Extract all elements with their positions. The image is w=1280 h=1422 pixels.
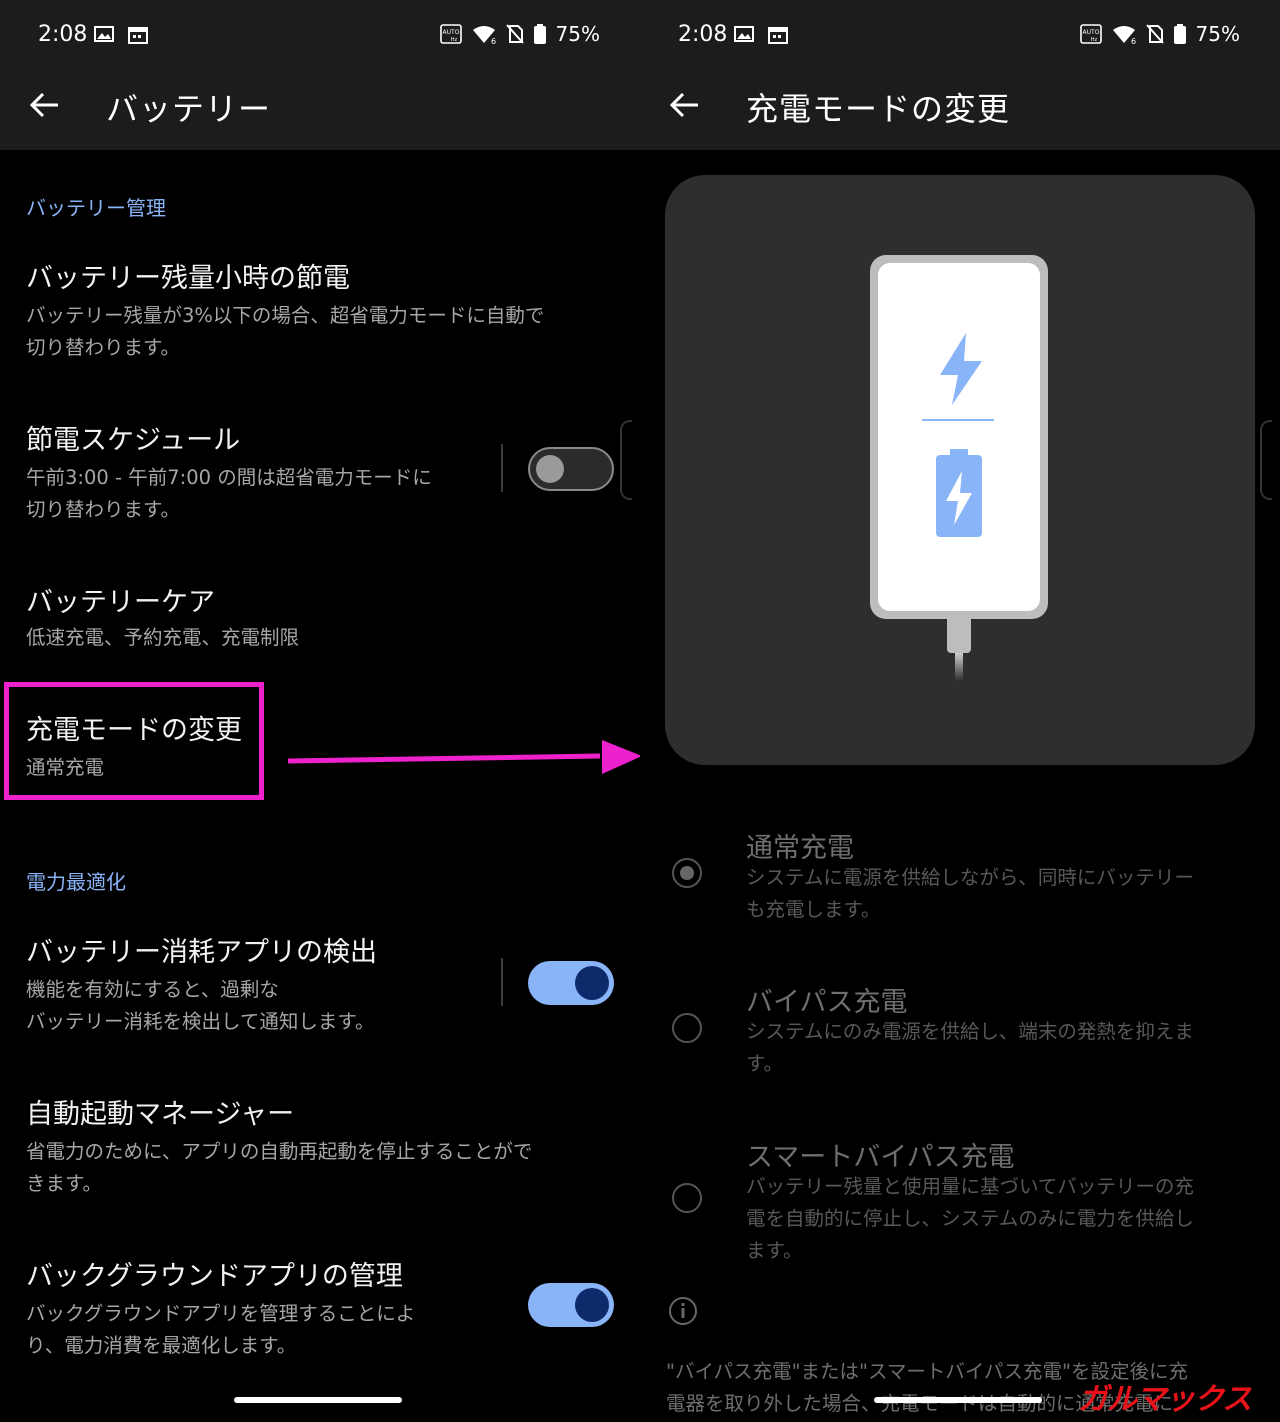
calendar-notification-icon — [128, 27, 148, 44]
page-title: バッテリー — [106, 90, 272, 128]
radio-bypass-charge[interactable] — [672, 1013, 702, 1043]
charger-cable — [955, 653, 963, 681]
divider-line — [922, 419, 994, 421]
battery-care-title[interactable]: バッテリーケア — [26, 580, 215, 619]
svg-text:Hz: Hz — [450, 37, 457, 43]
page-title: 充電モードの変更 — [746, 90, 1011, 128]
info-icon — [669, 1297, 697, 1325]
battery-icon — [533, 24, 546, 44]
autostart-manager-title[interactable]: 自動起動マネージャー — [26, 1092, 294, 1131]
charging-illustration — [665, 175, 1255, 765]
svg-text:6: 6 — [1131, 37, 1136, 44]
watermark-logo: ガルマックス — [1078, 1382, 1252, 1417]
option-bypass-charge-desc: システムにのみ電源を供給し、端末の発熱を抑えま す。 — [746, 1020, 1194, 1075]
power-saving-schedule-toggle[interactable] — [528, 447, 614, 491]
autostart-manager-desc: 省電力のために、アプリの自動再起動を停止することがで きます。 — [26, 1140, 533, 1195]
option-smart-bypass-charge-desc: バッテリー残量と使用量に基づいてバッテリーの充 電を自動的に停止し、システムのみに… — [746, 1175, 1194, 1262]
back-arrow-icon[interactable] — [28, 88, 62, 122]
auto-hz-icon: AUTOHz — [439, 24, 462, 44]
wifi-icon: 6 — [1112, 26, 1136, 44]
charger-plug — [947, 619, 971, 653]
status-bar: 2:08 AUTO Hz 6 75% — [640, 0, 1280, 72]
radio-normal-charge[interactable] — [672, 858, 702, 888]
section-header-power-optimization: 電力最適化 — [26, 870, 126, 894]
radio-smart-bypass-charge[interactable] — [672, 1183, 702, 1213]
status-time: 2:08 — [38, 22, 88, 47]
drain-app-detection-toggle[interactable] — [528, 961, 614, 1005]
battery-percent: 75% — [1195, 22, 1240, 46]
battery-percent: 75% — [555, 22, 600, 46]
option-smart-bypass-charge-title[interactable]: スマートバイパス充電 — [746, 1135, 1015, 1174]
gallery-notification-icon — [734, 26, 754, 42]
power-saving-schedule-desc: 午前3:00 - 午前7:00 の間は超省電力モードに 切り替わります。 — [26, 466, 432, 521]
calendar-notification-icon — [768, 27, 788, 44]
edge-panel-handle[interactable] — [620, 420, 632, 500]
lightning-bolt-icon — [940, 333, 982, 405]
back-arrow-icon[interactable] — [668, 88, 702, 122]
background-app-management-toggle[interactable] — [528, 1283, 614, 1327]
phone-illustration — [870, 255, 1048, 619]
low-battery-saver-desc: バッテリー残量が3%以下の場合、超省電力モードに自動で 切り替わります。 — [26, 304, 545, 359]
divider — [501, 444, 503, 492]
no-sim-icon — [1145, 24, 1164, 44]
highlight-box — [4, 682, 264, 800]
wifi-icon: 6 — [472, 26, 496, 44]
background-app-management-desc: バックグラウンドアプリを管理することによ り、電力消費を最適化します。 — [26, 1302, 416, 1357]
option-bypass-charge-title[interactable]: バイパス充電 — [746, 980, 907, 1019]
app-bar — [0, 72, 640, 150]
edge-panel-handle[interactable] — [1260, 420, 1272, 500]
low-battery-saver-title[interactable]: バッテリー残量小時の節電 — [26, 256, 350, 295]
background-app-management-title[interactable]: バックグラウンドアプリの管理 — [26, 1254, 403, 1293]
svg-text:6: 6 — [491, 37, 496, 44]
option-normal-charge-title[interactable]: 通常充電 — [746, 826, 854, 865]
pointer-arrow-icon — [287, 740, 640, 774]
power-saving-schedule-title[interactable]: 節電スケジュール — [26, 418, 240, 457]
status-bar: 2:08 AUTO Hz 6 75% — [0, 0, 640, 72]
svg-text:AUTO: AUTO — [442, 29, 459, 36]
drain-app-detection-title[interactable]: バッテリー消耗アプリの検出 — [26, 930, 377, 969]
no-sim-icon — [505, 24, 524, 44]
drain-app-detection-desc: 機能を有効にすると、過剰な バッテリー消耗を検出して通知します。 — [26, 978, 375, 1033]
auto-hz-icon: AUTOHz — [1079, 24, 1102, 44]
battery-charging-icon — [936, 449, 982, 537]
gallery-notification-icon — [94, 26, 114, 42]
status-time: 2:08 — [678, 22, 728, 47]
home-indicator[interactable] — [234, 1397, 402, 1403]
battery-settings-screen: 2:08 AUTO Hz 6 75% バッテリー バッテリー管理 バッテリー残量小… — [0, 0, 640, 1422]
battery-icon — [1173, 24, 1186, 44]
charge-mode-screen: 2:08 AUTOHz 6 75% 充電モードの変更 通常充電 システムに電源 — [640, 0, 1280, 1422]
svg-text:Hz: Hz — [1090, 37, 1097, 43]
battery-care-desc: 低速充電、予約充電、充電制限 — [26, 626, 300, 649]
section-header-battery-management: バッテリー管理 — [26, 196, 166, 220]
home-indicator[interactable] — [874, 1397, 1042, 1403]
divider — [501, 958, 503, 1006]
option-normal-charge-desc: システムに電源を供給しながら、同時にバッテリー も充電します。 — [746, 866, 1194, 921]
svg-text:AUTO: AUTO — [1082, 29, 1099, 36]
